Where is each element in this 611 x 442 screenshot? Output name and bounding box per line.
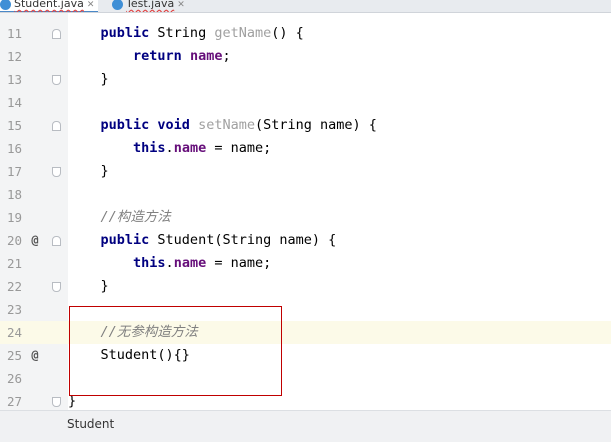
code-text: } <box>68 275 109 298</box>
line-number: 18 <box>6 187 22 202</box>
fold-marker-icon[interactable] <box>52 75 61 85</box>
line-number: 11 <box>6 26 22 41</box>
line-number: 24 <box>0 321 22 344</box>
code-token: ; <box>222 48 231 64</box>
close-icon[interactable]: ✕ <box>87 0 95 10</box>
tab-test-java[interactable]: Test.java ✕ <box>112 0 185 11</box>
fold-marker-icon[interactable] <box>52 121 61 131</box>
code-line[interactable]: 22 } <box>0 275 611 298</box>
code-token: this <box>133 140 166 156</box>
code-token: (String name) { <box>254 117 377 133</box>
code-line[interactable]: 21 this.name = name; <box>0 252 611 275</box>
line-number: 19 <box>6 210 22 225</box>
editor-tab-bar: Student.java ✕ Test.java ✕ <box>0 0 611 13</box>
tab-student-java[interactable]: Student.java ✕ <box>0 0 99 12</box>
line-number: 14 <box>6 95 22 110</box>
breadcrumb-bar: Student <box>0 410 611 442</box>
code-text: } <box>68 68 109 91</box>
code-line[interactable]: 12 return name; <box>0 45 611 68</box>
code-line[interactable]: 16 this.name = name; <box>0 137 611 160</box>
code-token: return <box>133 48 182 64</box>
code-token: String <box>149 25 215 41</box>
code-token: name <box>173 255 207 271</box>
code-token: public void <box>100 117 190 133</box>
code-token: this <box>133 255 166 271</box>
code-token: name <box>189 48 223 64</box>
code-token: } <box>100 163 109 179</box>
code-text: this.name = name; <box>68 252 271 275</box>
code-token: //构造方法 <box>100 209 171 225</box>
code-line[interactable]: 20 @ public Student(String name) { <box>0 229 611 252</box>
breadcrumb-item-student[interactable]: Student <box>67 417 114 431</box>
fold-marker-icon[interactable] <box>52 282 61 292</box>
fold-marker-icon[interactable] <box>52 236 61 246</box>
constructor-marker-icon[interactable]: @ <box>29 229 41 252</box>
line-number: 25 <box>6 348 22 363</box>
line-number: 22 <box>6 279 22 294</box>
java-class-icon <box>112 0 123 10</box>
java-class-icon <box>0 0 11 10</box>
code-token: = name; <box>206 255 272 271</box>
code-line[interactable]: 13 } <box>0 68 611 91</box>
code-token: = name; <box>206 140 272 156</box>
tab-label: Student.java <box>14 0 84 10</box>
code-text: this.name = name; <box>68 137 271 160</box>
tab-label: Test.java <box>126 0 175 10</box>
line-number: 15 <box>6 118 22 133</box>
fold-marker-icon[interactable] <box>52 29 61 39</box>
code-line[interactable]: 14 <box>0 91 611 114</box>
code-line[interactable]: 19 //构造方法 <box>0 206 611 229</box>
code-token: . <box>165 140 174 156</box>
line-number: 21 <box>6 256 22 271</box>
code-token: } <box>100 71 109 87</box>
code-token: () { <box>271 25 304 41</box>
line-number: 26 <box>6 371 22 386</box>
line-number: 13 <box>6 72 22 87</box>
line-number: 12 <box>6 49 22 64</box>
code-token: setName <box>198 117 255 133</box>
code-text: } <box>68 160 109 183</box>
code-line[interactable]: 15 public void setName(String name) { <box>0 114 611 137</box>
fold-marker-icon[interactable] <box>52 397 61 407</box>
code-token: . <box>165 255 174 271</box>
code-token: public <box>100 232 150 248</box>
code-text: return name; <box>68 45 231 68</box>
close-icon[interactable]: ✕ <box>177 0 185 10</box>
line-number: 16 <box>6 141 22 156</box>
code-line[interactable]: 17 } <box>0 160 611 183</box>
line-number: 17 <box>6 164 22 179</box>
annotation-box <box>69 306 282 396</box>
code-token: name <box>173 140 207 156</box>
code-text: public String getName() { <box>68 22 304 45</box>
line-number: 20 <box>6 233 22 248</box>
code-token: public <box>100 25 150 41</box>
code-token: Student(String name) { <box>149 232 337 248</box>
code-token: getName <box>214 25 272 41</box>
code-text: public Student(String name) { <box>68 229 337 252</box>
fold-marker-icon[interactable] <box>52 167 61 177</box>
code-text: public void setName(String name) { <box>68 114 377 137</box>
code-line[interactable]: 18 <box>0 183 611 206</box>
code-line[interactable]: 11 public String getName() { <box>0 22 611 45</box>
code-text: //构造方法 <box>68 206 171 229</box>
constructor-marker-icon[interactable]: @ <box>29 344 41 367</box>
code-token: } <box>100 278 109 294</box>
line-number: 23 <box>6 302 22 317</box>
line-number: 27 <box>6 394 22 409</box>
